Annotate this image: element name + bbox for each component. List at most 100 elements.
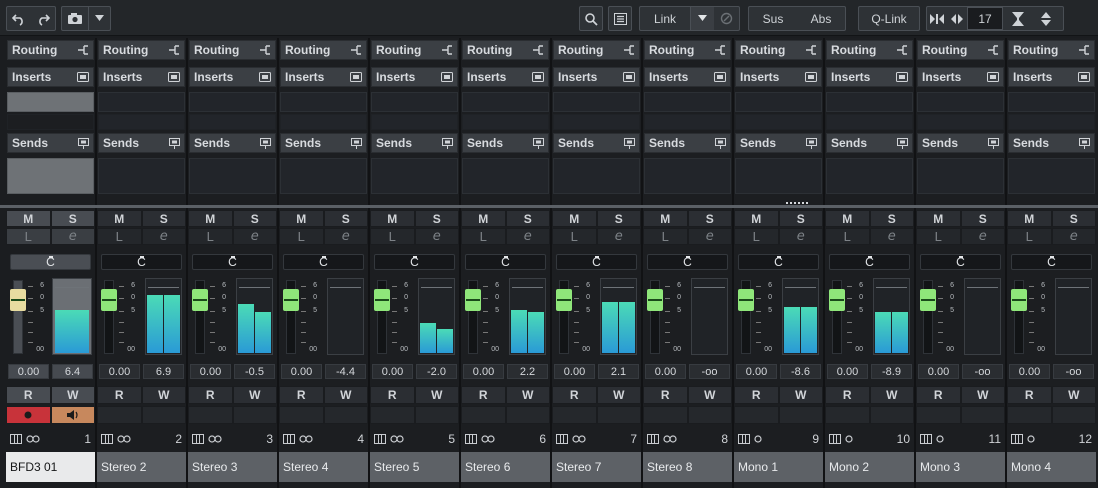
- routing-section-header[interactable]: Routing: [1008, 40, 1095, 60]
- volume-value[interactable]: 0.00: [827, 364, 868, 379]
- inserts-section-header[interactable]: Inserts: [1008, 67, 1095, 87]
- routing-icon[interactable]: [259, 44, 271, 56]
- undo-icon[interactable]: [7, 7, 31, 30]
- send-slot[interactable]: [280, 158, 367, 194]
- sends-icon[interactable]: [896, 137, 908, 149]
- mute-button[interactable]: M: [825, 210, 870, 227]
- pan-control[interactable]: C: [647, 254, 728, 270]
- record-enable-button[interactable]: [643, 406, 688, 424]
- insert-slot[interactable]: [189, 92, 276, 112]
- read-automation-button[interactable]: R: [461, 386, 506, 404]
- routing-icon[interactable]: [623, 44, 635, 56]
- sends-section-header[interactable]: Sends: [462, 133, 549, 153]
- zoom-height-icon[interactable]: [1003, 7, 1033, 30]
- inserts-icon[interactable]: [441, 71, 453, 83]
- inserts-icon[interactable]: [714, 71, 726, 83]
- record-enable-button[interactable]: [97, 406, 142, 424]
- listen-button[interactable]: L: [461, 228, 506, 245]
- pan-control[interactable]: C: [374, 254, 455, 270]
- record-enable-button[interactable]: [6, 406, 51, 424]
- edit-button[interactable]: e: [778, 228, 823, 245]
- solo-button[interactable]: S: [505, 210, 550, 227]
- inserts-section-header[interactable]: Inserts: [189, 67, 276, 87]
- send-slot[interactable]: [917, 158, 1004, 194]
- inserts-icon[interactable]: [623, 71, 635, 83]
- inserts-section-header[interactable]: Inserts: [7, 67, 94, 87]
- instrument-icon[interactable]: [920, 434, 932, 444]
- write-automation-button[interactable]: W: [323, 386, 368, 404]
- fader-handle[interactable]: [738, 289, 754, 311]
- peak-value[interactable]: -2.0: [416, 364, 457, 379]
- mute-button[interactable]: M: [461, 210, 506, 227]
- record-enable-button[interactable]: [552, 406, 597, 424]
- read-automation-button[interactable]: R: [6, 386, 51, 404]
- read-automation-button[interactable]: R: [188, 386, 233, 404]
- channel-name[interactable]: Stereo 8: [643, 452, 732, 482]
- read-automation-button[interactable]: R: [97, 386, 142, 404]
- edit-button[interactable]: e: [323, 228, 368, 245]
- read-automation-button[interactable]: R: [1007, 386, 1052, 404]
- routing-section-header[interactable]: Routing: [826, 40, 913, 60]
- monitor-button[interactable]: [778, 406, 823, 424]
- instrument-icon[interactable]: [10, 434, 22, 444]
- sus-button[interactable]: Sus: [749, 7, 797, 30]
- fader-handle[interactable]: [556, 289, 572, 311]
- sends-icon[interactable]: [350, 137, 362, 149]
- routing-icon[interactable]: [896, 44, 908, 56]
- solo-button[interactable]: S: [778, 210, 823, 227]
- edit-button[interactable]: e: [50, 228, 95, 245]
- volume-value[interactable]: 0.00: [99, 364, 140, 379]
- sends-icon[interactable]: [987, 137, 999, 149]
- edit-button[interactable]: e: [869, 228, 914, 245]
- peak-value[interactable]: -oo: [1053, 364, 1094, 379]
- channel-name[interactable]: BFD3 01: [6, 452, 95, 482]
- send-slot[interactable]: [644, 158, 731, 194]
- instrument-icon[interactable]: [192, 434, 204, 444]
- mute-button[interactable]: M: [188, 210, 233, 227]
- channel-name[interactable]: Stereo 2: [97, 452, 186, 482]
- insert-slot[interactable]: [371, 92, 458, 112]
- read-automation-button[interactable]: R: [552, 386, 597, 404]
- routing-section-header[interactable]: Routing: [280, 40, 367, 60]
- edit-button[interactable]: e: [1051, 228, 1096, 245]
- routing-icon[interactable]: [168, 44, 180, 56]
- read-automation-button[interactable]: R: [370, 386, 415, 404]
- routing-icon[interactable]: [532, 44, 544, 56]
- inserts-section-header[interactable]: Inserts: [98, 67, 185, 87]
- send-slot[interactable]: [553, 158, 640, 194]
- write-automation-button[interactable]: W: [141, 386, 186, 404]
- scroll-arrows-icon[interactable]: [1033, 7, 1059, 30]
- sends-icon[interactable]: [259, 137, 271, 149]
- pan-control[interactable]: C: [556, 254, 637, 270]
- edit-button[interactable]: e: [960, 228, 1005, 245]
- sends-icon[interactable]: [714, 137, 726, 149]
- monitor-button[interactable]: [323, 406, 368, 424]
- send-slot[interactable]: [735, 158, 822, 194]
- inserts-icon[interactable]: [896, 71, 908, 83]
- inserts-section-header[interactable]: Inserts: [462, 67, 549, 87]
- fader-handle[interactable]: [283, 289, 299, 311]
- mute-button[interactable]: M: [1007, 210, 1052, 227]
- fader-handle[interactable]: [101, 289, 117, 311]
- sends-section-header[interactable]: Sends: [644, 133, 731, 153]
- listen-button[interactable]: L: [188, 228, 233, 245]
- send-slot[interactable]: [189, 158, 276, 194]
- record-enable-button[interactable]: [825, 406, 870, 424]
- insert-slot[interactable]: [1008, 92, 1095, 112]
- instrument-icon[interactable]: [738, 434, 750, 444]
- routing-icon[interactable]: [714, 44, 726, 56]
- solo-button[interactable]: S: [232, 210, 277, 227]
- instrument-icon[interactable]: [556, 434, 568, 444]
- solo-button[interactable]: S: [869, 210, 914, 227]
- write-automation-button[interactable]: W: [505, 386, 550, 404]
- write-automation-button[interactable]: W: [1051, 386, 1096, 404]
- routing-section-header[interactable]: Routing: [462, 40, 549, 60]
- routing-icon[interactable]: [1078, 44, 1090, 56]
- pan-control[interactable]: C: [283, 254, 364, 270]
- send-slot[interactable]: [826, 158, 913, 194]
- sends-section-header[interactable]: Sends: [917, 133, 1004, 153]
- inserts-icon[interactable]: [1078, 71, 1090, 83]
- solo-button[interactable]: S: [687, 210, 732, 227]
- pan-control[interactable]: C: [465, 254, 546, 270]
- fader-handle[interactable]: [192, 289, 208, 311]
